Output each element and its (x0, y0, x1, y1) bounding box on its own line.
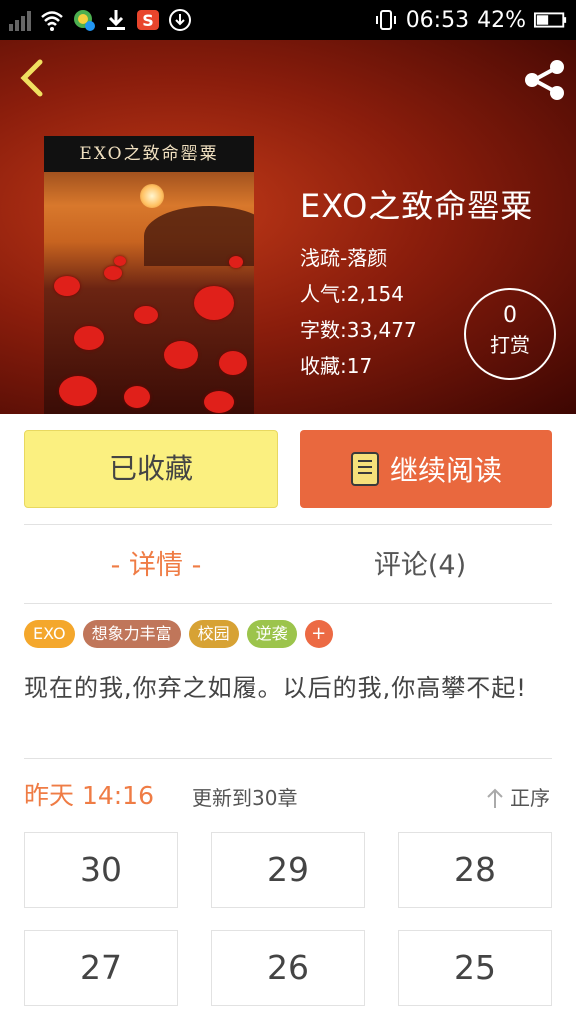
cover-title: EXO之致命罂粟 (44, 136, 254, 172)
download-icon (107, 10, 125, 30)
tab-comments[interactable]: 评论(4) (288, 538, 552, 594)
tag-chip[interactable]: 校园 (188, 620, 239, 648)
continue-reading-button[interactable]: 继续阅读 (300, 430, 552, 508)
chapter-button[interactable]: 30 (24, 832, 178, 908)
chapter-button[interactable]: 29 (211, 832, 365, 908)
favorited-button[interactable]: 已收藏 (24, 430, 278, 508)
tag-list: EXO 想象力丰富 校园 逆袭 + (24, 620, 333, 648)
chapter-button[interactable]: 26 (211, 930, 365, 1006)
book-header: EXO之致命罂粟 EXO之致命罂粟 浅疏-落颜 人气:2,154 字数:33,4… (0, 40, 576, 414)
back-button[interactable] (14, 58, 50, 98)
battery-percent: 42% (477, 7, 526, 33)
cover-poppy (59, 376, 97, 406)
cover-poppy (164, 341, 198, 369)
divider (24, 603, 552, 604)
cover-poppy (114, 256, 126, 266)
cover-sun (140, 184, 164, 208)
share-button[interactable] (520, 56, 568, 104)
cover-poppy (219, 351, 247, 375)
book-title: EXO之致命罂粟 (300, 187, 534, 225)
update-status: 更新到30章 (192, 786, 298, 810)
download-circle-icon (169, 9, 191, 31)
detail-panel: 已收藏 继续阅读 - 详情 - 评论(4) EXO 想象力丰富 校园 逆袭 + … (0, 414, 576, 1024)
cover-poppy (134, 306, 158, 324)
divider (24, 524, 552, 525)
sogou-icon: S (137, 10, 159, 30)
status-time: 06:53 (405, 7, 470, 33)
tag-chip[interactable]: 逆袭 (246, 620, 297, 648)
sort-order-button[interactable]: 正序 (486, 778, 550, 818)
tag-chip[interactable]: 想象力丰富 (82, 620, 181, 648)
tag-chip[interactable]: EXO (24, 620, 75, 648)
book-cover[interactable]: EXO之致命罂粟 (44, 136, 254, 414)
tab-detail[interactable]: - 详情 - (24, 538, 288, 594)
status-bar: S 06:53 42% (0, 0, 576, 40)
cover-poppy (54, 276, 80, 296)
sort-order-label: 正序 (510, 786, 550, 810)
svg-text:S: S (142, 11, 154, 30)
reward-label: 打赏 (490, 333, 530, 357)
signal-icon (9, 11, 31, 31)
book-description: 现在的我,你弃之如履。以后的我,你高攀不起! (24, 674, 527, 702)
cover-poppy (124, 386, 150, 408)
vibrate-icon (375, 10, 396, 30)
arrow-up-icon (487, 788, 503, 808)
reward-button[interactable]: 0 打赏 (464, 288, 556, 380)
book-author[interactable]: 浅疏-落颜 (300, 240, 533, 276)
chapter-button[interactable]: 27 (24, 930, 178, 1006)
app-notification-icon (74, 10, 95, 31)
cover-poppy (204, 391, 234, 413)
chapter-button[interactable]: 25 (398, 930, 552, 1006)
cover-poppy (229, 256, 243, 268)
cover-poppy (104, 266, 122, 280)
reward-count: 0 (503, 303, 517, 328)
book-icon (350, 452, 379, 486)
continue-reading-label: 继续阅读 (389, 454, 502, 487)
chapter-button[interactable]: 28 (398, 832, 552, 908)
add-tag-button[interactable]: + (304, 620, 333, 648)
battery-icon (534, 12, 567, 28)
update-time: 昨天 14:16 (24, 781, 154, 810)
cover-poppy (74, 326, 104, 350)
cover-poppy (194, 286, 234, 320)
divider (24, 758, 552, 759)
wifi-icon (41, 11, 63, 31)
